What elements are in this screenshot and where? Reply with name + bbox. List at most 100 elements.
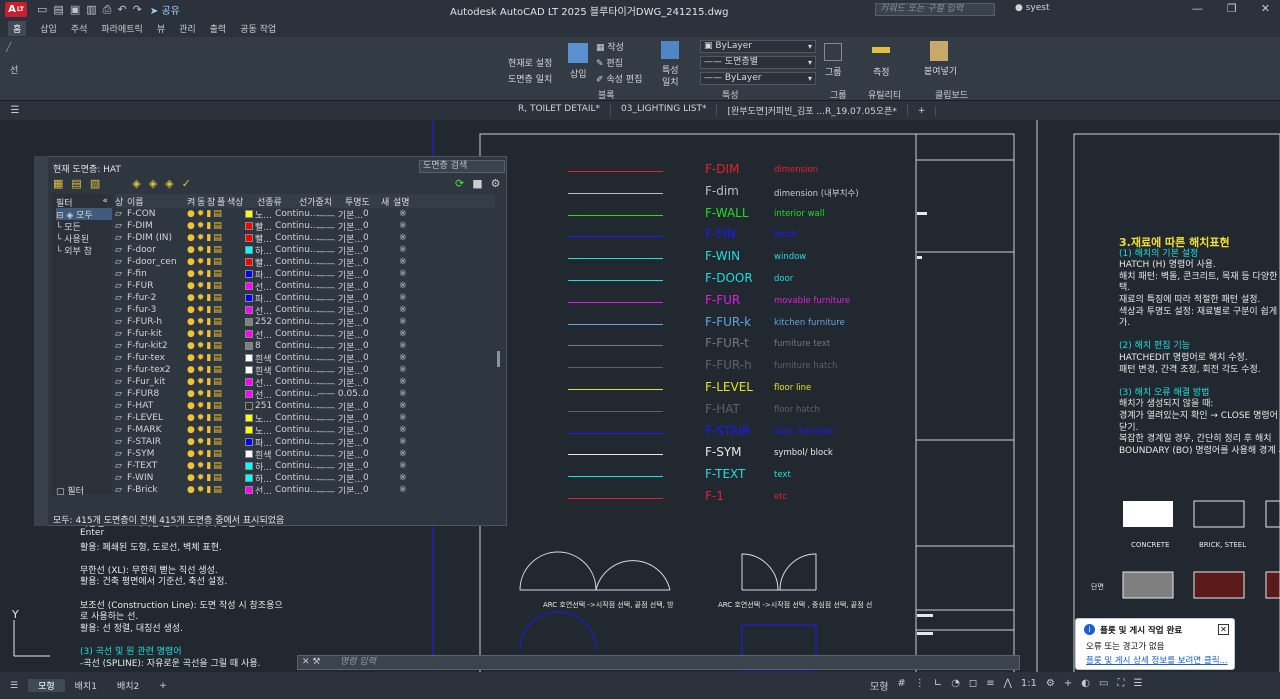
layer-col-header[interactable]: 선종류 [257,195,299,208]
lock-icon[interactable]: ▮ [206,401,211,411]
freeze-sun-icon[interactable]: ✹ [197,389,205,399]
layer-linetype[interactable]: Continu... [275,389,319,399]
lock-icon[interactable]: ▮ [206,449,211,459]
measure-icon[interactable] [872,47,890,53]
layer-row[interactable]: ▱ F-fin ● ✹ ▮ ▤ 파... Continu... —— 기본... 0 ※ [115,268,495,281]
plot-icon[interactable]: ▤ [213,221,222,231]
new-vp-freeze-icon[interactable]: ※ [399,449,419,459]
palette-title-strip[interactable] [34,156,48,526]
lock-icon[interactable]: ▮ [206,485,211,494]
lock-icon[interactable]: ▮ [206,293,211,303]
layer-col-header[interactable]: 이름 [127,195,187,208]
new-group-filter-icon[interactable]: ▤ [71,177,81,190]
line-icon[interactable]: ╱ [6,43,11,53]
edit-block-button[interactable]: ✎ 편집 [596,56,623,69]
plot-icon[interactable]: ▤ [213,233,222,243]
new-vp-freeze-icon[interactable]: ※ [399,233,419,243]
on-bulb-icon[interactable]: ● [187,413,195,423]
on-bulb-icon[interactable]: ● [187,353,195,363]
freeze-sun-icon[interactable]: ✹ [197,269,205,279]
layer-transparency[interactable]: 0 [363,269,399,279]
new-vp-freeze-icon[interactable]: ※ [399,437,419,447]
new-vp-freeze-icon[interactable]: ※ [399,317,419,327]
layer-linetype[interactable]: Continu... [275,329,319,339]
new-vp-freeze-icon[interactable]: ※ [399,257,419,267]
new-vp-freeze-icon[interactable]: ※ [399,389,419,399]
ribbon-tab[interactable]: 뷰 [157,22,165,35]
new-vp-freeze-icon[interactable]: ※ [399,425,419,435]
ribbon-tab[interactable]: 출력 [210,22,227,35]
block-panel-title[interactable]: 블록 [598,88,615,101]
lock-icon[interactable]: ▮ [206,281,211,291]
filter-tree-item[interactable]: ⊟ ◈ 모두 [56,208,112,221]
plot-icon[interactable]: ▤ [213,293,222,303]
plot-icon[interactable]: ▤ [213,281,222,291]
layer-linetype[interactable]: Continu... [275,365,319,375]
file-tab[interactable]: 03_LIGHTING LIST* [611,104,718,117]
layer-linetype[interactable]: Continu... [275,209,319,219]
plot-icon[interactable]: ▤ [213,209,222,219]
freeze-sun-icon[interactable]: ✹ [197,233,205,243]
ortho-icon[interactable]: ∟ [934,678,942,693]
refresh-icon[interactable]: ⟳ [455,177,464,190]
layer-row[interactable]: ▱ F-fur-2 ● ✹ ▮ ▤ 파... Continu... —— 기본... 0 ※ [115,292,495,305]
layer-row[interactable]: ▱ F-CON ● ✹ ▮ ▤ 노... Continu... —— 기본... 0 ※ [115,208,495,221]
file-tab[interactable]: R, TOILET DETAIL* [508,104,612,117]
on-bulb-icon[interactable]: ● [187,281,195,291]
layer-transparency[interactable]: 0 [363,365,399,375]
notification-close-icon[interactable]: ✕ [1218,624,1229,635]
layer-linetype[interactable]: Continu... [275,245,319,255]
edit-attribute-button[interactable]: ✐ 속성 편집 [596,72,642,85]
freeze-sun-icon[interactable]: ✹ [197,209,205,219]
layer-transparency[interactable]: 0 [363,221,399,231]
on-bulb-icon[interactable]: ● [187,425,195,435]
layer-transparency[interactable]: 0 [363,389,399,399]
freeze-sun-icon[interactable]: ✹ [197,317,205,327]
new-layer-icon[interactable]: ◈ [132,177,140,190]
freeze-sun-icon[interactable]: ✹ [197,353,205,363]
layer-transparency[interactable]: 0 [363,425,399,435]
lock-icon[interactable]: ▮ [206,353,211,363]
layer-row[interactable]: ▱ F-LEVEL ● ✹ ▮ ▤ 노... Continu... —— 기본... 0 ※ [115,412,495,425]
autocad-logo[interactable]: A LT [5,2,27,17]
layer-linetype[interactable]: Continu... [275,425,319,435]
new-vp-freeze-icon[interactable]: ※ [399,305,419,315]
layer-linetype[interactable]: Continu... [275,317,319,327]
fullscreen-icon[interactable]: ⛶ [1117,678,1124,693]
user-account[interactable]: ● syest [1015,3,1050,13]
share-button[interactable]: ➤ 공유 [150,2,180,17]
new-property-filter-icon[interactable]: ▦ [53,177,63,190]
lock-icon[interactable]: ▮ [206,377,211,387]
layer-linetype[interactable]: Continu... [275,305,319,315]
polar-icon[interactable]: ◔ [951,678,960,693]
new-vp-freeze-icon[interactable]: ※ [399,245,419,255]
plot-complete-notification[interactable]: i 플롯 및 게시 작업 완료 ✕ 오류 또는 경고가 없음 플롯 및 게시 상… [1075,618,1235,670]
layer-row[interactable]: ▱ F-FUR-h ● ✹ ▮ ▤ 252 Continu... —— 기본... 0 ※ [115,316,495,329]
on-bulb-icon[interactable]: ● [187,449,195,459]
layer-row[interactable]: ▱ F-fur-kit ● ✹ ▮ ▤ 선... Continu... —— 기본... 0 ※ [115,328,495,341]
utility-panel-title[interactable]: 유틸리티 [868,88,901,101]
layer-transparency[interactable]: 0 [363,233,399,243]
new-vp-freeze-icon[interactable]: ※ [399,485,419,494]
lineweight-combo[interactable]: —— ByLayer [700,72,816,85]
layer-row[interactable]: ▱ F-Fur_kit ● ✹ ▮ ▤ 선... Continu... —— 기본... 0 ※ [115,376,495,389]
on-bulb-icon[interactable]: ● [187,317,195,327]
layer-transparency[interactable]: 0 [363,305,399,315]
freeze-sun-icon[interactable]: ✹ [197,329,205,339]
layer-row[interactable]: ▱ F-fur-tex2 ● ✹ ▮ ▤ 흰색 Continu... —— 기본... 0 ※ [115,364,495,377]
lineweight-icon[interactable]: ≡ [986,678,994,693]
command-line-input[interactable]: ✕ ⚒ 명령 입력 [297,655,1020,670]
on-bulb-icon[interactable]: ● [187,377,195,387]
customize-icon[interactable]: ☰ [1133,678,1142,693]
freeze-sun-icon[interactable]: ✹ [197,413,205,423]
layer-color[interactable]: 선... [245,484,275,494]
layer-color[interactable]: 8 [245,341,275,351]
on-bulb-icon[interactable]: ● [187,473,195,483]
layer-row[interactable]: ▱ F-FUR ● ✹ ▮ ▤ 선... Continu... —— 기본... 0 ※ [115,280,495,293]
layer-col-header[interactable]: 상 [115,195,127,208]
on-bulb-icon[interactable]: ● [187,269,195,279]
layer-color[interactable]: 252 [245,317,275,327]
filter-tree-item[interactable]: └ 사용된 [56,232,112,245]
lock-icon[interactable]: ▮ [206,413,211,423]
ribbon-tab[interactable]: 삽입 [40,22,57,35]
